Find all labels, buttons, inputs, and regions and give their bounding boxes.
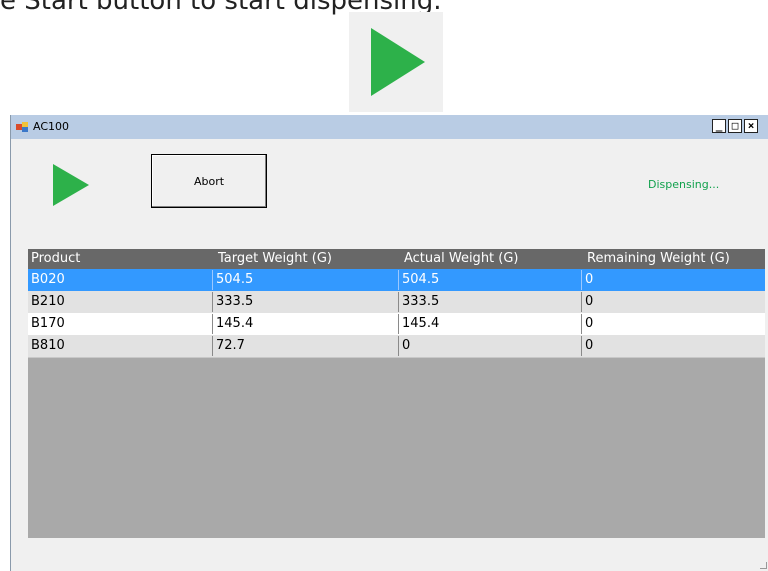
play-icon <box>371 28 425 96</box>
window-title: AC100 <box>33 120 70 133</box>
cell-product: B810 <box>31 338 65 353</box>
column-header-product[interactable]: Product <box>28 249 212 269</box>
column-header-target-weight[interactable]: Target Weight (G) <box>212 249 398 269</box>
cell-target-weight: 72.7 <box>212 336 398 356</box>
cell-actual-weight: 504.5 <box>398 270 581 290</box>
resize-grip[interactable] <box>760 562 767 569</box>
app-window: AC100 _ □ × Abort Dispensing... Product … <box>10 115 768 571</box>
close-button[interactable]: × <box>744 119 758 133</box>
start-illustration <box>349 12 443 112</box>
maximize-button[interactable]: □ <box>728 119 742 133</box>
cell-actual-weight: 333.5 <box>398 292 581 312</box>
cell-product: B170 <box>31 316 65 331</box>
cell-actual-weight: 0 <box>398 336 581 356</box>
cell-remaining-weight: 0 <box>581 270 765 290</box>
table-row[interactable]: B170 145.4 145.4 0 <box>28 313 765 336</box>
cell-product: B020 <box>31 272 65 287</box>
table-row[interactable]: B210 333.5 333.5 0 <box>28 291 765 314</box>
title-bar[interactable]: AC100 _ □ × <box>11 115 768 139</box>
minimize-button[interactable]: _ <box>712 119 726 133</box>
cell-target-weight: 145.4 <box>212 314 398 334</box>
cell-actual-weight: 145.4 <box>398 314 581 334</box>
abort-button[interactable]: Abort <box>151 154 267 208</box>
app-icon <box>16 122 28 132</box>
cell-remaining-weight: 0 <box>581 336 765 356</box>
cell-remaining-weight: 0 <box>581 314 765 334</box>
cell-product: B210 <box>31 294 65 309</box>
status-label: Dispensing... <box>648 178 720 191</box>
column-header-remaining-weight[interactable]: Remaining Weight (G) <box>581 249 765 269</box>
cell-target-weight: 504.5 <box>212 270 398 290</box>
table-row[interactable]: B020 504.5 504.5 0 <box>28 269 765 291</box>
cell-remaining-weight: 0 <box>581 292 765 312</box>
grid-header: Product Target Weight (G) Actual Weight … <box>28 249 765 269</box>
start-button[interactable] <box>53 164 89 206</box>
column-header-actual-weight[interactable]: Actual Weight (G) <box>398 249 581 269</box>
cell-target-weight: 333.5 <box>212 292 398 312</box>
dispense-grid[interactable]: Product Target Weight (G) Actual Weight … <box>28 249 765 538</box>
table-row[interactable]: B810 72.7 0 0 <box>28 335 765 358</box>
